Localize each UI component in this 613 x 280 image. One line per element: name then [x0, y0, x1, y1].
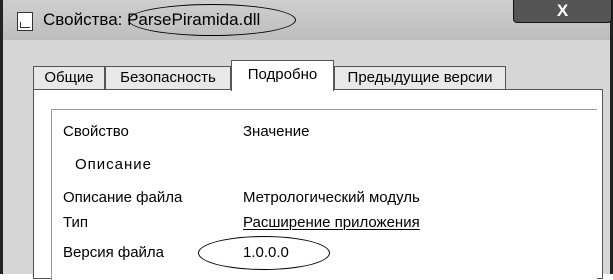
tab-security[interactable]: Безопасность — [105, 66, 231, 90]
tab-details[interactable]: Подробно — [231, 60, 334, 91]
row-property-file-version[interactable]: Версия файла — [63, 244, 164, 261]
column-header-value[interactable]: Значение — [243, 123, 310, 140]
title-highlight-ellipse — [128, 4, 296, 36]
properties-dialog: Свойства: ParsePiramida.dll X Общие Безо… — [0, 0, 613, 280]
row-property-type[interactable]: Тип — [63, 214, 88, 231]
row-property-file-description[interactable]: Описание файла — [63, 189, 182, 206]
file-icon — [17, 12, 33, 31]
tab-strip: Общие Безопасность Подробно Предыдущие в… — [33, 60, 603, 91]
close-button[interactable]: X — [513, 0, 612, 23]
tab-general[interactable]: Общие — [33, 66, 105, 90]
column-header-property[interactable]: Свойство — [63, 123, 129, 140]
row-value-file-description: Метрологический модуль — [243, 189, 420, 206]
row-value-type: Расширение приложения — [243, 214, 420, 231]
title-bar[interactable]: Свойства: ParsePiramida.dll X — [3, 0, 612, 40]
section-header-description: Описание — [75, 156, 153, 173]
version-highlight-ellipse — [198, 236, 330, 270]
tab-previous-versions[interactable]: Предыдущие версии — [334, 66, 506, 90]
